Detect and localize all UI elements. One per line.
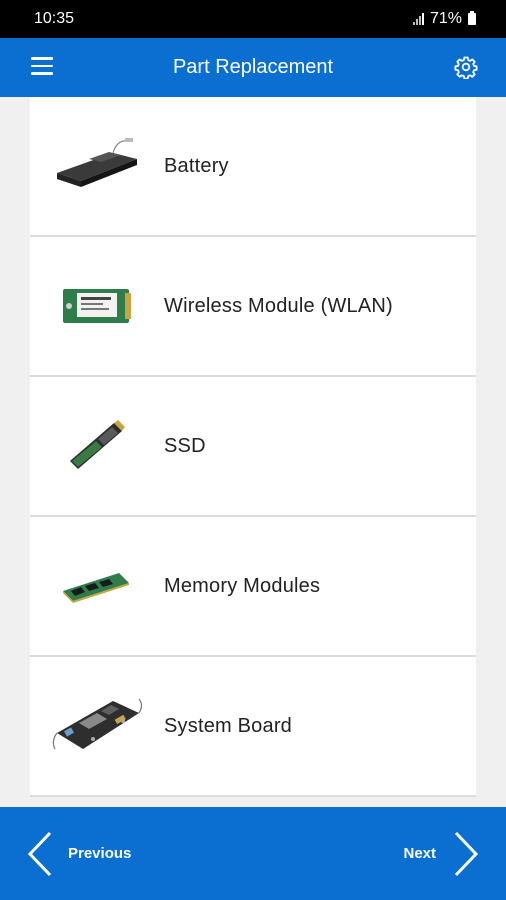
status-indicators: 71% bbox=[412, 10, 476, 28]
next-button[interactable]: Next bbox=[403, 807, 480, 900]
status-time: 10:35 bbox=[34, 10, 75, 27]
status-bar: 10:35 71% bbox=[0, 0, 506, 38]
list-item-system-board[interactable]: System Board bbox=[30, 657, 476, 797]
list-item-label: SSD bbox=[164, 434, 206, 457]
thumbnail bbox=[30, 237, 164, 375]
signal-icon bbox=[412, 13, 424, 25]
battery-percent: 71% bbox=[429, 10, 462, 27]
thumbnail bbox=[30, 517, 164, 655]
memory-module-icon bbox=[63, 573, 129, 603]
ssd-icon bbox=[70, 420, 125, 469]
list-item-label: System Board bbox=[164, 714, 293, 737]
list-item-wlan[interactable]: Wireless Module (WLAN) bbox=[30, 237, 476, 377]
wlan-card-icon bbox=[63, 289, 131, 323]
list-item-ssd[interactable]: SSD bbox=[30, 377, 476, 517]
thumbnail bbox=[30, 377, 164, 515]
system-board-icon bbox=[52, 698, 143, 750]
chevron-right-icon bbox=[454, 831, 479, 876]
next-label: Next bbox=[403, 845, 436, 862]
list-item-memory[interactable]: Memory Modules bbox=[30, 517, 476, 657]
battery-icon bbox=[468, 11, 476, 25]
page-title: Part Replacement bbox=[172, 56, 334, 78]
app-bar: Part Replacement bbox=[0, 38, 506, 97]
gear-icon[interactable] bbox=[454, 55, 478, 79]
previous-label: Previous bbox=[68, 845, 132, 862]
previous-button[interactable]: Previous bbox=[26, 807, 131, 900]
chevron-left-icon bbox=[27, 831, 52, 876]
thumbnail bbox=[30, 97, 164, 235]
list-item-label: Battery bbox=[164, 154, 229, 177]
menu-icon[interactable] bbox=[31, 57, 53, 75]
battery-part-icon bbox=[57, 138, 137, 187]
bottom-navigation: Previous Next bbox=[0, 807, 506, 900]
list-item-label: Wireless Module (WLAN) bbox=[164, 294, 393, 317]
parts-list: Battery Wireless Module (WLAN) SSD Memor… bbox=[30, 97, 476, 807]
list-item-label: Memory Modules bbox=[164, 574, 321, 597]
thumbnail bbox=[30, 657, 164, 795]
list-item-battery[interactable]: Battery bbox=[30, 97, 476, 237]
